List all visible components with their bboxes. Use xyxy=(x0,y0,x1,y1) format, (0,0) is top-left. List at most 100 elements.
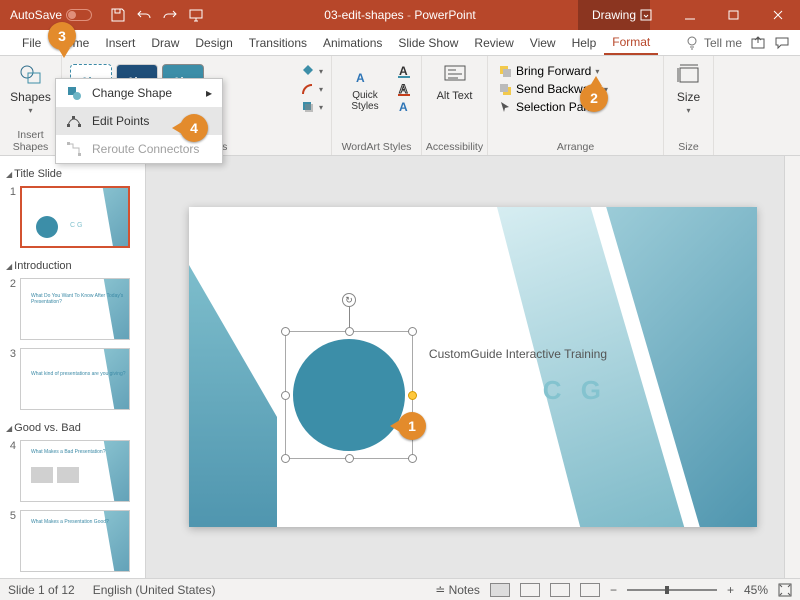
size-button[interactable]: Size▾ xyxy=(666,62,712,115)
comments-button[interactable] xyxy=(774,35,790,51)
resize-handle[interactable] xyxy=(408,327,417,336)
resize-handle[interactable] xyxy=(345,454,354,463)
svg-text:A: A xyxy=(399,64,408,78)
slide-thumbnail-5[interactable]: What Makes a Presentation Good? xyxy=(20,510,130,572)
step-badge-1: 1 xyxy=(398,412,426,440)
reading-view-button[interactable] xyxy=(550,583,570,597)
resize-handle[interactable] xyxy=(281,454,290,463)
save-icon[interactable] xyxy=(110,7,126,23)
wordart-icon: A xyxy=(352,62,378,88)
slide-navigator[interactable]: Title Slide 1 C G Introduction 2 What Do… xyxy=(0,156,146,578)
step-badge-2: 2 xyxy=(580,84,608,112)
svg-text:A: A xyxy=(356,71,365,85)
tab-draw[interactable]: Draw xyxy=(143,30,187,55)
tab-format[interactable]: Format xyxy=(604,30,658,55)
slide[interactable]: CustomGuide Interactive Training C G ↻ xyxy=(189,207,757,527)
thumb-number: 4 xyxy=(6,440,16,452)
tab-slideshow[interactable]: Slide Show xyxy=(390,30,466,55)
slide-canvas-area[interactable]: CustomGuide Interactive Training C G ↻ xyxy=(146,156,800,578)
slide-decoration xyxy=(189,265,277,527)
section-header[interactable]: Title Slide xyxy=(4,164,141,184)
minimize-button[interactable] xyxy=(668,0,712,30)
slide-thumbnail-2[interactable]: What Do You Want To Know After Today's P… xyxy=(20,278,130,340)
zoom-slider[interactable] xyxy=(627,589,717,591)
group-label: Accessibility xyxy=(426,139,483,153)
shape-fill-button[interactable]: ▾ xyxy=(301,64,323,78)
resize-handle[interactable] xyxy=(281,327,290,336)
undo-icon[interactable] xyxy=(136,7,152,23)
bring-forward-icon xyxy=(498,64,512,78)
thumb-number: 1 xyxy=(6,186,16,198)
group-wordart-styles: A Quick Styles A A A WordArt Styles xyxy=(332,56,422,155)
thumb-number: 3 xyxy=(6,348,16,360)
slide-thumbnail-4[interactable]: What Makes a Bad Presentation? xyxy=(20,440,130,502)
tab-animations[interactable]: Animations xyxy=(315,30,390,55)
notes-button[interactable]: ≐ Notes xyxy=(435,583,480,597)
tell-me-search[interactable]: Tell me xyxy=(684,35,742,51)
shape-outline-button[interactable]: ▾ xyxy=(301,82,323,96)
tab-design[interactable]: Design xyxy=(187,30,240,55)
vertical-scrollbar[interactable] xyxy=(784,156,800,578)
alt-text-icon xyxy=(442,62,468,88)
close-button[interactable] xyxy=(756,0,800,30)
sorter-view-button[interactable] xyxy=(520,583,540,597)
text-effects-button[interactable]: A xyxy=(397,100,411,114)
slide-thumbnail-1[interactable]: C G xyxy=(20,186,130,248)
selection-pane-icon xyxy=(498,100,512,114)
rotation-handle[interactable]: ↻ xyxy=(342,293,356,307)
tab-help[interactable]: Help xyxy=(564,30,605,55)
step-badge-4: 4 xyxy=(180,114,208,142)
share-button[interactable] xyxy=(750,35,766,51)
group-label: Size xyxy=(678,139,698,153)
quick-styles-button[interactable]: A Quick Styles xyxy=(342,62,388,112)
redo-icon[interactable] xyxy=(162,7,178,23)
autosave-toggle[interactable]: AutoSave xyxy=(10,8,92,22)
normal-view-button[interactable] xyxy=(490,583,510,597)
edit-points-icon xyxy=(66,113,82,129)
fit-to-window-button[interactable] xyxy=(778,583,792,597)
slideshow-view-button[interactable] xyxy=(580,583,600,597)
resize-handle[interactable] xyxy=(408,454,417,463)
oval-shape[interactable] xyxy=(291,337,407,453)
selected-shape[interactable]: ↻ xyxy=(275,321,423,469)
start-slideshow-icon[interactable] xyxy=(188,7,204,23)
tab-view[interactable]: View xyxy=(522,30,564,55)
section-header[interactable]: Good vs. Bad xyxy=(4,418,141,438)
tab-file[interactable]: File xyxy=(14,30,49,55)
slide-subtitle-text[interactable]: CustomGuide Interactive Training xyxy=(429,347,607,361)
autosave-label: AutoSave xyxy=(10,8,62,22)
quick-access-toolbar xyxy=(110,7,204,23)
text-fill-button[interactable]: A xyxy=(397,64,411,78)
tab-insert[interactable]: Insert xyxy=(97,30,143,55)
fill-icon xyxy=(301,64,315,78)
text-outline-button[interactable]: A xyxy=(397,82,411,96)
shapes-icon xyxy=(18,62,44,88)
step-badge-3: 3 xyxy=(48,22,76,50)
tab-transitions[interactable]: Transitions xyxy=(241,30,315,55)
zoom-in-button[interactable]: + xyxy=(727,583,734,597)
shapes-button[interactable]: Shapes▾ xyxy=(8,62,54,115)
resize-handle[interactable] xyxy=(281,391,290,400)
status-slide-count[interactable]: Slide 1 of 12 xyxy=(8,583,75,597)
group-size: Size▾ Size xyxy=(664,56,714,155)
status-language[interactable]: English (United States) xyxy=(93,583,216,597)
change-shape-icon xyxy=(66,85,82,101)
maximize-button[interactable] xyxy=(712,0,756,30)
send-backward-icon xyxy=(498,82,512,96)
zoom-out-button[interactable]: − xyxy=(610,583,617,597)
tab-review[interactable]: Review xyxy=(466,30,521,55)
slide-logo-text[interactable]: C G xyxy=(543,375,607,406)
menu-change-shape[interactable]: Change Shape▸ xyxy=(56,79,222,107)
section-header[interactable]: Introduction xyxy=(4,256,141,276)
ribbon-display-button[interactable] xyxy=(624,0,668,30)
shape-effects-button[interactable]: ▾ xyxy=(301,100,323,114)
toggle-off-icon xyxy=(66,9,92,21)
resize-handle[interactable] xyxy=(345,327,354,336)
zoom-level[interactable]: 45% xyxy=(744,583,768,597)
slide-decoration xyxy=(497,207,757,527)
slide-thumbnail-3[interactable]: What kind of presentations are you givin… xyxy=(20,348,130,410)
title-bar: AutoSave 03-edit-shapes - PowerPoint Dra… xyxy=(0,0,800,30)
alt-text-button[interactable]: Alt Text xyxy=(432,62,478,102)
effects-icon xyxy=(301,100,315,114)
adjust-handle[interactable] xyxy=(408,391,417,400)
